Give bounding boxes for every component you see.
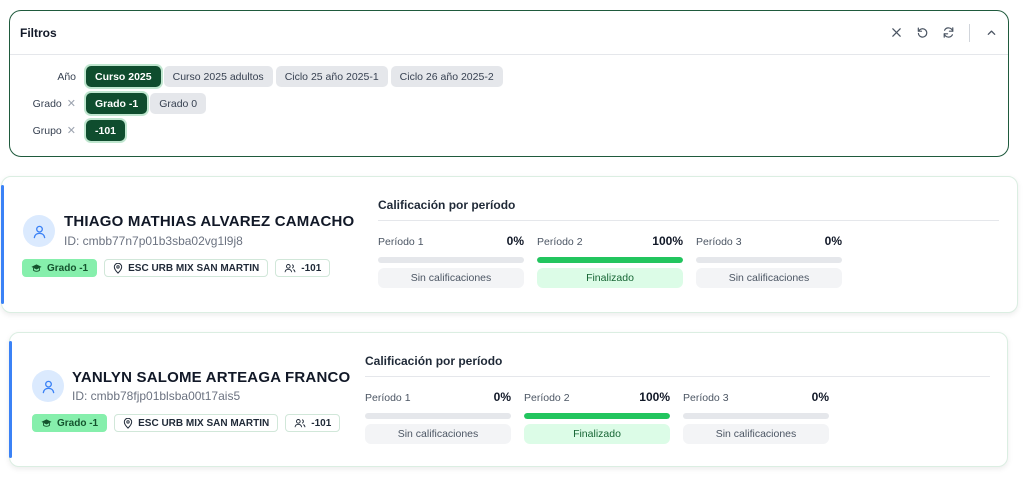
progress-bar	[696, 257, 842, 263]
period-grades: Calificación por período Período 1 0% Sin…	[378, 198, 999, 288]
refresh-icon[interactable]	[941, 26, 955, 40]
school-tag: ESC URB MIX SAN MARTIN	[104, 259, 269, 277]
group-tag: -101	[285, 414, 341, 432]
filter-label-group: Grupo	[32, 124, 62, 137]
period-label: Período 2	[524, 392, 570, 404]
filter-label-grade: Grado	[32, 97, 62, 110]
period-label: Período 1	[378, 236, 424, 248]
header-divider	[969, 23, 970, 42]
reset-icon[interactable]	[915, 26, 929, 40]
grade-tag-label: Grado -1	[57, 417, 99, 429]
clear-grade-icon[interactable]: ✕	[67, 97, 76, 110]
user-icon	[23, 215, 55, 247]
chip-curso-2025-adultos[interactable]: Curso 2025 adultos	[163, 66, 273, 87]
graduation-cap-icon	[41, 419, 52, 427]
period-label: Período 1	[365, 392, 411, 404]
progress-bar	[365, 413, 511, 419]
period-percent: 0%	[811, 390, 829, 404]
filters-panel: Filtros Año Curso 2025 Curso 2025 adulto…	[9, 10, 1009, 157]
chip-grupo-101[interactable]: -101	[86, 120, 126, 141]
filter-row-year: Año Curso 2025 Curso 2025 adultos Ciclo …	[10, 66, 506, 87]
progress-fill	[524, 413, 670, 419]
period-percent: 0%	[493, 390, 511, 404]
chip-curso-2025[interactable]: Curso 2025	[86, 66, 161, 87]
progress-fill	[537, 257, 683, 263]
period-status: Sin calificaciones	[696, 268, 842, 288]
period-1: Período 1 0% Sin calificaciones	[378, 234, 524, 288]
location-pin-icon	[123, 417, 133, 429]
student-card[interactable]: THIAGO MATHIAS ALVAREZ CAMACHO ID: cmbb7…	[1, 176, 1018, 313]
student-id: ID: cmbb78fjp01blsba00t17ais5	[72, 389, 241, 403]
period-grades-title: Calificación por período	[365, 354, 990, 377]
chip-grado-0[interactable]: Grado 0	[150, 93, 207, 114]
student-name: THIAGO MATHIAS ALVAREZ CAMACHO	[64, 213, 355, 230]
close-icon[interactable]	[889, 26, 903, 40]
period-grades: Calificación por período Período 1 0% Sin…	[365, 354, 990, 444]
filters-header: Filtros	[10, 11, 1008, 55]
student-name: YANLYN SALOME ARTEAGA FRANCO	[72, 369, 351, 386]
period-status: Sin calificaciones	[365, 424, 511, 444]
location-pin-icon	[113, 262, 123, 274]
period-1: Período 1 0% Sin calificaciones	[365, 390, 511, 444]
period-label: Período 3	[683, 392, 729, 404]
chip-ciclo-25[interactable]: Ciclo 25 año 2025-1	[275, 66, 388, 87]
period-percent: 100%	[652, 234, 683, 248]
school-tag-label: ESC URB MIX SAN MARTIN	[138, 417, 270, 429]
period-grades-title: Calificación por período	[378, 198, 999, 221]
clear-group-icon[interactable]: ✕	[67, 124, 76, 137]
chip-ciclo-26[interactable]: Ciclo 26 año 2025-2	[390, 66, 503, 87]
period-status: Finalizado	[524, 424, 670, 444]
filter-label-year: Año	[57, 70, 76, 83]
filter-row-grade: Grado ✕ Grado -1 Grado 0	[10, 93, 209, 114]
student-id: ID: cmbb77n7p01b3sba02vg1l9j8	[64, 234, 243, 248]
progress-bar	[683, 413, 829, 419]
period-status: Finalizado	[537, 268, 683, 288]
users-icon	[284, 264, 296, 273]
filters-title: Filtros	[20, 25, 57, 40]
group-tag: -101	[275, 259, 331, 277]
filter-row-group: Grupo ✕ -101	[10, 120, 128, 141]
school-tag: ESC URB MIX SAN MARTIN	[114, 414, 279, 432]
graduation-cap-icon	[31, 264, 42, 272]
grade-tag: Grado -1	[32, 414, 108, 432]
progress-bar	[378, 257, 524, 263]
users-icon	[294, 419, 306, 428]
period-status: Sin calificaciones	[683, 424, 829, 444]
progress-bar	[537, 257, 683, 263]
period-status: Sin calificaciones	[378, 268, 524, 288]
student-card[interactable]: YANLYN SALOME ARTEAGA FRANCO ID: cmbb78f…	[9, 332, 1008, 467]
school-tag-label: ESC URB MIX SAN MARTIN	[128, 262, 260, 274]
chip-grado-minus1[interactable]: Grado -1	[86, 93, 148, 114]
period-2: Período 2 100% Finalizado	[537, 234, 683, 288]
chevron-up-icon[interactable]	[984, 26, 998, 40]
user-icon	[32, 370, 64, 402]
group-tag-label: -101	[311, 417, 332, 429]
progress-bar	[524, 413, 670, 419]
period-3: Período 3 0% Sin calificaciones	[683, 390, 829, 444]
period-label: Período 3	[696, 236, 742, 248]
period-percent: 0%	[506, 234, 524, 248]
period-label: Período 2	[537, 236, 583, 248]
period-percent: 100%	[639, 390, 670, 404]
period-2: Período 2 100% Finalizado	[524, 390, 670, 444]
period-percent: 0%	[824, 234, 842, 248]
grade-tag: Grado -1	[22, 259, 98, 277]
period-3: Período 3 0% Sin calificaciones	[696, 234, 842, 288]
grade-tag-label: Grado -1	[47, 262, 89, 274]
group-tag-label: -101	[301, 262, 322, 274]
